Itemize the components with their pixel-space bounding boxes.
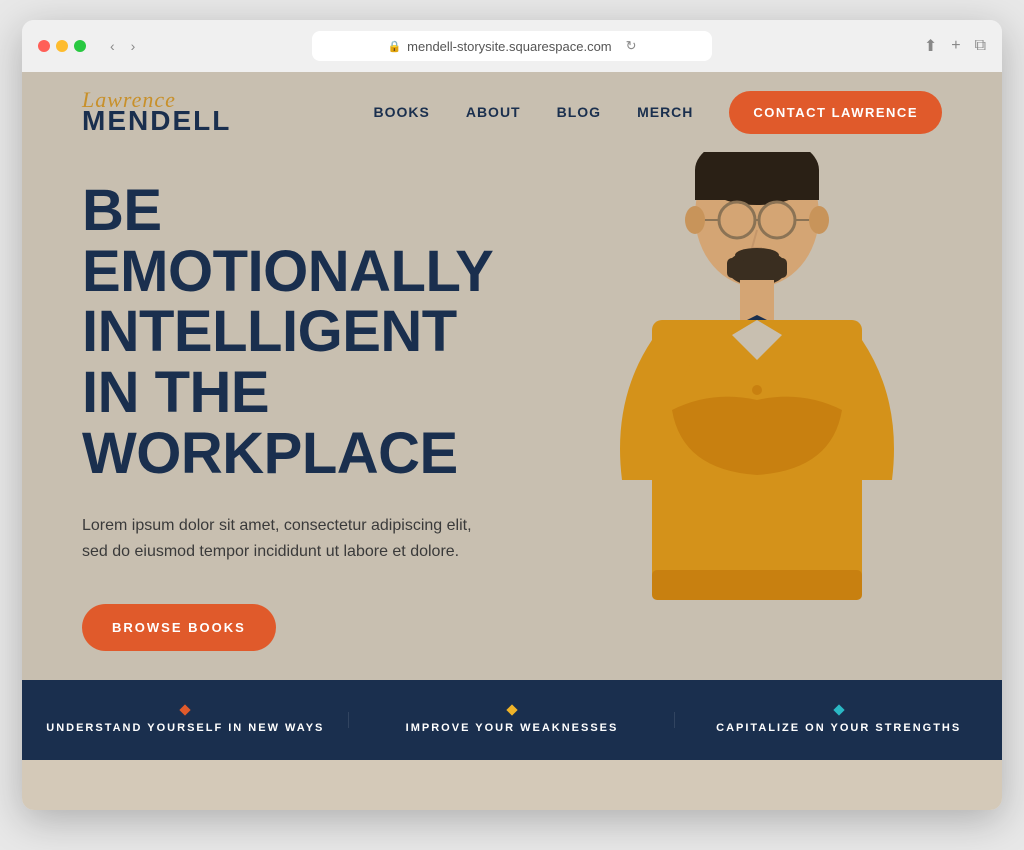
- minimize-button[interactable]: [56, 40, 68, 52]
- lock-icon: 🔒: [387, 40, 401, 53]
- new-tab-button[interactable]: +: [951, 37, 960, 55]
- hero-subtitle: Lorem ipsum dolor sit amet, consectetur …: [82, 513, 482, 564]
- diamond-icon-2: [506, 704, 517, 715]
- bottom-section: [22, 760, 1002, 810]
- feature-item-3[interactable]: CAPITALIZE ON YOUR STRENGTHS: [675, 706, 1002, 734]
- browse-books-button[interactable]: BROWSE BOOKS: [82, 604, 276, 651]
- forward-button[interactable]: ›: [127, 36, 140, 56]
- back-button[interactable]: ‹: [106, 36, 119, 56]
- hero-section: BE EMOTIONALLY INTELLIGENT IN THE WORKPL…: [22, 152, 1002, 680]
- windows-button[interactable]: ⧉: [975, 37, 986, 55]
- logo[interactable]: Lawrence MENDELL: [82, 89, 231, 135]
- feature-text-2: IMPROVE YOUR WEAKNESSES: [406, 722, 619, 734]
- hero-content: BE EMOTIONALLY INTELLIGENT IN THE WORKPL…: [22, 152, 542, 680]
- diamond-icon-3: [833, 704, 844, 715]
- hero-person-image: [522, 152, 1002, 680]
- nav-about[interactable]: ABOUT: [466, 104, 521, 120]
- site-nav: BOOKS ABOUT BLOG MERCH CONTACT LAWRENCE: [373, 91, 942, 134]
- feature-text-1: UNDERSTAND YOURSELF IN NEW WAYS: [46, 722, 324, 734]
- hero-title: BE EMOTIONALLY INTELLIGENT IN THE WORKPL…: [82, 181, 482, 485]
- navigation-controls: ‹ ›: [106, 36, 139, 56]
- feature-item-1[interactable]: UNDERSTAND YOURSELF IN NEW WAYS: [22, 706, 349, 734]
- contact-cta-button[interactable]: CONTACT LAWRENCE: [729, 91, 942, 134]
- nav-books[interactable]: BOOKS: [373, 104, 429, 120]
- nav-blog[interactable]: BLOG: [557, 104, 601, 120]
- site-header: Lawrence MENDELL BOOKS ABOUT BLOG MERCH …: [22, 72, 1002, 152]
- close-button[interactable]: [38, 40, 50, 52]
- feature-item-2[interactable]: IMPROVE YOUR WEAKNESSES: [349, 706, 676, 734]
- nav-merch[interactable]: MERCH: [637, 104, 693, 120]
- traffic-lights: [38, 40, 86, 52]
- url-text: mendell-storysite.squarespace.com: [407, 39, 611, 54]
- fullscreen-button[interactable]: [74, 40, 86, 52]
- address-bar[interactable]: 🔒 mendell-storysite.squarespace.com ↻: [312, 31, 712, 61]
- diamond-icon-1: [180, 704, 191, 715]
- feature-bar: UNDERSTAND YOURSELF IN NEW WAYS IMPROVE …: [22, 680, 1002, 760]
- browser-toolbar: ‹ › 🔒 mendell-storysite.squarespace.com …: [22, 20, 1002, 72]
- share-button[interactable]: ⬆: [924, 36, 937, 56]
- browser-window: ‹ › 🔒 mendell-storysite.squarespace.com …: [22, 20, 1002, 810]
- reload-icon[interactable]: ↻: [626, 38, 637, 54]
- website-content: Lawrence MENDELL BOOKS ABOUT BLOG MERCH …: [22, 72, 1002, 810]
- logo-main: MENDELL: [82, 107, 231, 135]
- feature-text-3: CAPITALIZE ON YOUR STRENGTHS: [716, 722, 961, 734]
